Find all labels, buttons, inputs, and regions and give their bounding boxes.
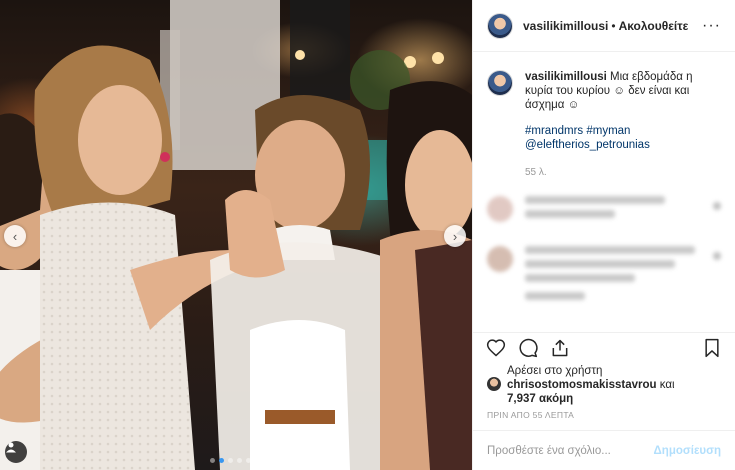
commenter-avatar — [487, 196, 513, 222]
comment-text-blurred — [525, 196, 705, 224]
post-actions — [473, 332, 735, 362]
author-username[interactable]: vasilikimillousi — [523, 19, 608, 33]
add-comment-bar: Δημοσίευση — [473, 430, 735, 470]
comments-section[interactable]: vasilikimillousi Μια εβδομάδα η κυρία το… — [473, 60, 735, 328]
hashtag-myman[interactable]: #myman — [586, 125, 630, 137]
likes-summary: Αρέσει στο χρήστη chrisostomosmakisstavr… — [487, 364, 727, 406]
more-options-icon[interactable]: ··· — [702, 17, 721, 35]
heart-icon — [713, 252, 721, 260]
author-avatar[interactable] — [487, 12, 513, 39]
chevron-left-icon: ‹ — [12, 228, 18, 244]
post-timestamp[interactable]: ΠΡΙΝ ΑΠΟ 55 ΛΕΠΤΑ — [487, 410, 574, 420]
header-separator: • — [611, 18, 616, 33]
caption-body: vasilikimillousi Μια εβδομάδα η κυρία το… — [525, 70, 721, 180]
tagged-users-button[interactable] — [5, 441, 27, 463]
chevron-right-icon: › — [452, 228, 458, 244]
next-photo-button[interactable]: › — [444, 225, 466, 247]
comment-button[interactable] — [517, 337, 539, 359]
comment-item — [487, 196, 721, 224]
comment-input[interactable] — [487, 444, 654, 457]
caption-tags: #mrandmrs #myman @eleftherios_petrounias — [525, 124, 721, 152]
carousel-indicator — [210, 458, 251, 463]
comment-item — [487, 246, 721, 306]
likes-connector: και — [659, 379, 675, 391]
carousel-dot — [246, 458, 251, 463]
user-icon — [6, 442, 16, 453]
like-button[interactable] — [485, 337, 507, 359]
previous-photo-button[interactable]: ‹ — [4, 225, 26, 247]
commenter-avatar — [487, 246, 513, 272]
post-header: vasilikimillousi • Ακολουθείτε ··· — [473, 0, 735, 52]
hashtag-mrandmrs[interactable]: #mrandmrs — [525, 125, 583, 137]
publish-button[interactable]: Δημοσίευση — [654, 445, 721, 457]
carousel-dot — [228, 458, 233, 463]
mention-eleftherios[interactable]: @eleftherios_petrounias — [525, 139, 650, 151]
liker-avatar[interactable] — [487, 377, 501, 391]
carousel-dot — [219, 458, 224, 463]
save-button[interactable] — [701, 337, 723, 359]
caption: vasilikimillousi Μια εβδομάδα η κυρία το… — [487, 70, 721, 180]
heart-icon — [486, 338, 506, 357]
post-photo[interactable]: ‹ › — [0, 0, 472, 470]
carousel-dot — [210, 458, 215, 463]
share-icon — [552, 339, 568, 356]
caption-avatar[interactable] — [487, 70, 513, 96]
photo-scene — [0, 0, 472, 470]
post-details-panel: vasilikimillousi • Ακολουθείτε ··· vasil… — [472, 0, 735, 470]
caption-time: 55 λ. — [525, 167, 547, 178]
caption-username[interactable]: vasilikimillousi — [525, 71, 607, 83]
likes-count[interactable]: 7,937 ακόμη — [507, 393, 573, 405]
heart-icon — [713, 202, 721, 210]
likes-prefix: Αρέσει στο χρήστη — [507, 365, 603, 377]
liker-username[interactable]: chrisostomosmakisstavrou — [507, 379, 657, 391]
share-button[interactable] — [549, 337, 571, 359]
comment-icon — [519, 338, 538, 357]
following-button[interactable]: Ακολουθείτε — [619, 19, 689, 33]
bookmark-icon — [705, 338, 719, 357]
comment-text-blurred — [525, 246, 705, 306]
carousel-dot — [237, 458, 242, 463]
